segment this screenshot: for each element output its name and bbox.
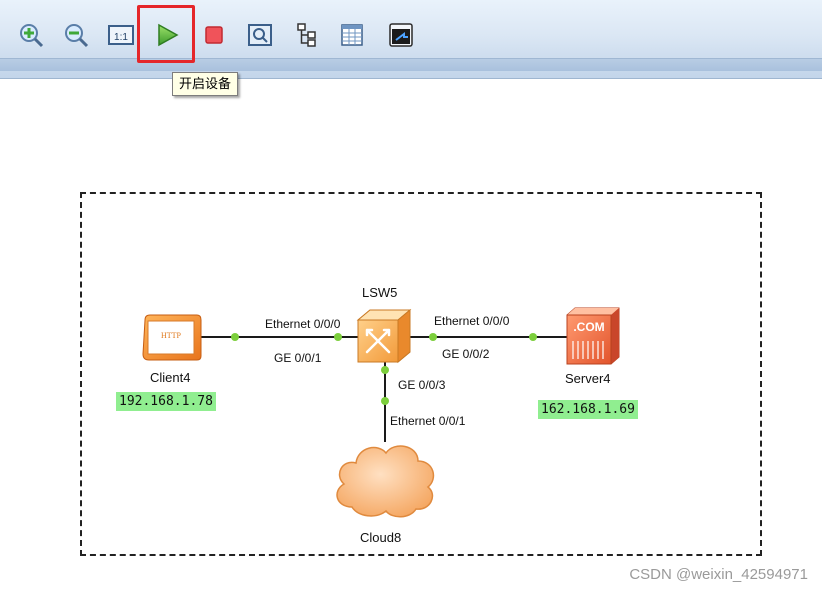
client-badge: HTTP — [161, 331, 182, 340]
port-label-client-eth: Ethernet 0/0/0 — [265, 317, 341, 331]
port-label-cloud-eth: Ethernet 0/0/1 — [390, 414, 466, 428]
client-name: Client4 — [150, 370, 191, 385]
link-point-switch-ge3 — [381, 366, 389, 374]
client-device[interactable]: HTTP — [139, 312, 203, 362]
port-label-switch-ge1: GE 0/0/1 — [274, 351, 322, 365]
port-label-switch-ge2: GE 0/0/2 — [442, 347, 490, 361]
client-ip: 192.168.1.78 — [116, 392, 216, 411]
watermark: CSDN @weixin_42594971 — [629, 566, 808, 583]
link-point-client — [231, 333, 239, 341]
link-point-server — [529, 333, 537, 341]
switch-name: LSW5 — [362, 285, 398, 300]
server-device[interactable]: .COM — [563, 305, 621, 367]
server-name: Server4 — [565, 371, 611, 386]
link-point-switch-ge1 — [334, 333, 342, 341]
link-point-cloud — [381, 397, 389, 405]
port-label-switch-ge3: GE 0/0/3 — [398, 378, 446, 392]
server-ip: 162.168.1.69 — [538, 400, 638, 419]
server-badge: .COM — [573, 320, 604, 334]
cloud-name: Cloud8 — [360, 530, 402, 545]
switch-device[interactable] — [356, 308, 412, 364]
link-point-switch-ge2 — [429, 333, 437, 341]
cloud-device[interactable] — [330, 437, 440, 521]
port-label-server-eth: Ethernet 0/0/0 — [434, 314, 510, 328]
